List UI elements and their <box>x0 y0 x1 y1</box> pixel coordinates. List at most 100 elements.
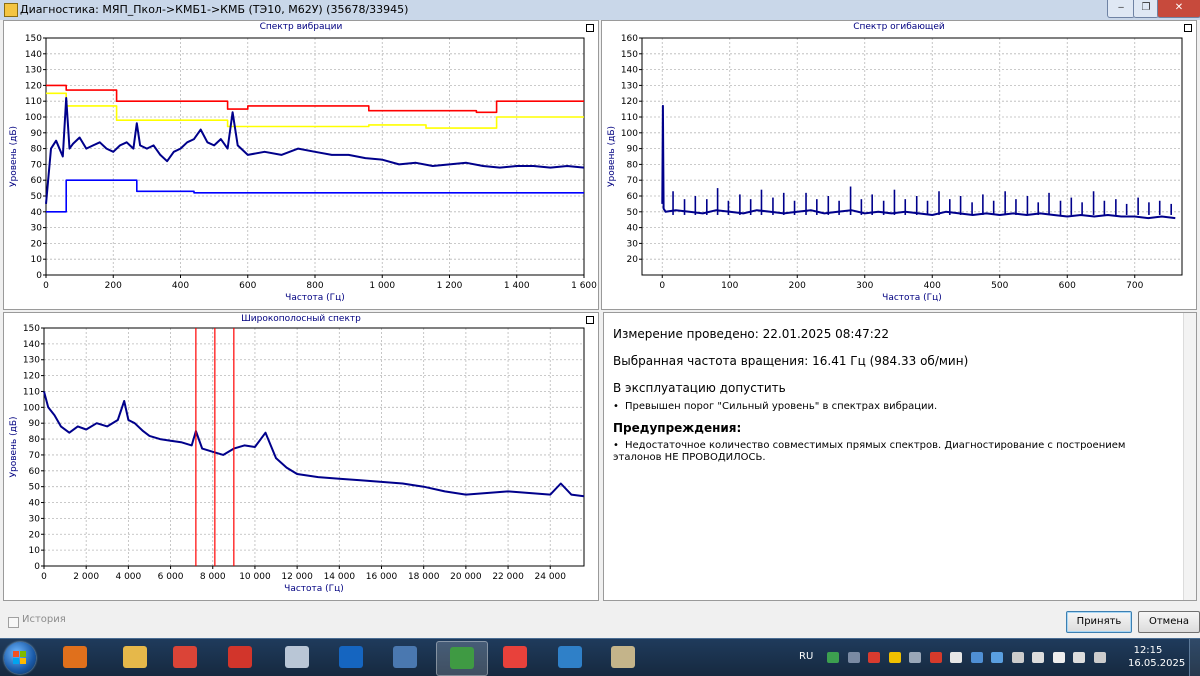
taskbar-button[interactable] <box>598 641 648 674</box>
file-explorer-icon <box>123 646 147 668</box>
taskbar-button[interactable] <box>436 641 488 676</box>
language-indicator[interactable]: RU <box>799 651 813 662</box>
x-tick-label: 500 <box>991 281 1008 291</box>
bullet-dot: • <box>613 440 619 451</box>
tray-v-icon[interactable] <box>950 652 962 663</box>
x-tick-label: 10 000 <box>239 572 271 582</box>
y-tick-label: 70 <box>627 176 639 186</box>
window-content: Спектр вибрации 0 10 20 30 40 50 60 70 80 90 100 11… <box>0 20 1200 640</box>
restore-button[interactable]: ❐ <box>1133 0 1159 18</box>
tray-warning-icon[interactable] <box>888 652 901 663</box>
taskbar-button[interactable] <box>380 641 430 674</box>
y-tick-label: 80 <box>31 145 43 155</box>
broadband-spectrum-chart: 0 10 20 30 40 50 60 70 80 90 100 110 120 130 140 150 0 2 … <box>9 324 585 594</box>
y-axis-label: Уровень (дБ) <box>607 126 617 187</box>
y-tick-label: 70 <box>29 451 41 461</box>
diagnosis-info-panel: Измерение проведено: 22.01.2025 08:47:22… <box>603 312 1197 601</box>
taskbar-button[interactable] <box>326 641 376 674</box>
taskbar-button[interactable] <box>272 641 322 674</box>
y-tick-label: 160 <box>621 34 638 44</box>
x-axis-label: Частота (Гц) <box>285 293 345 303</box>
envelope-spectrum-panel: Спектр огибающей 20 30 40 50 60 70 80 90 100 110 1… <box>601 20 1197 310</box>
y-tick-label: 150 <box>23 324 40 334</box>
bottom-bar: История Принять Отмена <box>0 600 1200 638</box>
taskbar-button[interactable] <box>490 641 540 674</box>
tray-network-icon[interactable] <box>847 652 860 663</box>
tray-monitor-icon[interactable] <box>1093 652 1106 663</box>
x-tick-label: 400 <box>924 281 941 291</box>
y-tick-label: 10 <box>29 546 41 556</box>
outlook-icon <box>339 646 363 668</box>
x-tick-label: 8 000 <box>200 572 226 582</box>
minimize-button[interactable]: ‒ <box>1107 0 1135 18</box>
taskbar-button[interactable] <box>160 641 210 674</box>
x-tick-label: 4 000 <box>115 572 141 582</box>
vibration-spectrum-chart: 0 10 20 30 40 50 60 70 80 90 100 110 120 130 140 150 0 20… <box>9 34 597 303</box>
tray-signal-icon[interactable] <box>1073 652 1085 663</box>
y-tick-label: 100 <box>621 129 638 139</box>
x-tick-label: 200 <box>789 281 806 291</box>
cancel-button[interactable]: Отмена <box>1138 611 1200 633</box>
y-tick-label: 110 <box>25 97 42 107</box>
tray-volume-icon[interactable] <box>1032 652 1044 663</box>
y-tick-label: 10 <box>31 255 43 265</box>
y-tick-label: 0 <box>36 271 42 281</box>
y-axis-label: Уровень (дБ) <box>9 126 19 187</box>
diagnostics-app-icon <box>450 647 474 669</box>
tray-eye-icon[interactable] <box>909 652 921 663</box>
x-axis-label: Частота (Гц) <box>882 293 942 303</box>
ccleaner-icon <box>228 646 252 668</box>
y-tick-label: 50 <box>627 208 639 218</box>
x-axis-label: Частота (Гц) <box>284 584 344 594</box>
tray-anydesk-icon[interactable] <box>868 652 880 663</box>
start-button[interactable] <box>4 642 36 674</box>
history-checkbox[interactable] <box>8 617 19 628</box>
tray-flag-icon[interactable] <box>1052 652 1065 663</box>
tray-battery-icon[interactable] <box>1011 652 1024 663</box>
y-tick-label: 100 <box>25 113 42 123</box>
show-desktop-button[interactable] <box>1189 639 1200 676</box>
plot-area <box>44 328 584 566</box>
plot-area <box>642 38 1182 275</box>
accept-button[interactable]: Принять <box>1066 611 1132 633</box>
clock[interactable]: 12:15 16.05.2025 <box>1128 644 1185 670</box>
y-tick-label: 40 <box>627 224 639 234</box>
anydesk-icon <box>503 646 527 668</box>
taskbar-button[interactable] <box>110 641 160 674</box>
vertical-scrollbar[interactable] <box>1183 313 1196 600</box>
y-tick-label: 60 <box>31 176 43 186</box>
tray-ok-icon[interactable] <box>970 652 983 663</box>
y-tick-label: 40 <box>29 499 41 509</box>
y-tick-label: 130 <box>621 81 638 91</box>
tray-red-app-icon[interactable] <box>929 652 942 663</box>
y-tick-label: 30 <box>627 239 639 249</box>
close-button[interactable]: ✕ <box>1157 0 1200 18</box>
y-tick-label: 90 <box>627 145 639 155</box>
tray-app-icon[interactable] <box>827 652 839 663</box>
y-tick-label: 140 <box>23 340 40 350</box>
y-tick-label: 120 <box>621 97 638 107</box>
y-tick-label: 50 <box>29 483 41 493</box>
window-titlebar: Диагностика: МЯП_Пкол->КМБ1->КМБ (ТЭ10, … <box>0 0 1200 21</box>
tray-chat-icon[interactable] <box>991 652 1003 663</box>
window-title: Диагностика: МЯП_Пкол->КМБ1->КМБ (ТЭ10, … <box>20 3 409 16</box>
y-tick-label: 120 <box>25 81 42 91</box>
taskbar-button[interactable] <box>215 641 265 674</box>
scanner-icon <box>558 646 582 668</box>
x-tick-label: 600 <box>239 281 256 291</box>
x-tick-label: 16 000 <box>366 572 398 582</box>
x-tick-label: 20 000 <box>450 572 482 582</box>
x-tick-label: 0 <box>659 281 665 291</box>
y-tick-label: 60 <box>29 467 41 477</box>
y-tick-label: 90 <box>29 419 41 429</box>
clock-time: 12:15 <box>1133 645 1163 656</box>
taskbar-button[interactable] <box>50 641 100 674</box>
y-tick-label: 70 <box>31 160 43 170</box>
y-tick-label: 130 <box>25 66 42 76</box>
x-tick-label: 400 <box>172 281 189 291</box>
taskbar-button[interactable] <box>545 641 595 674</box>
warning-item: • Недостаточное количество совместимых пр… <box>613 440 1173 464</box>
x-tick-label: 800 <box>306 281 323 291</box>
warnings-heading: Предупреждения: <box>613 421 742 435</box>
x-tick-label: 200 <box>105 281 122 291</box>
